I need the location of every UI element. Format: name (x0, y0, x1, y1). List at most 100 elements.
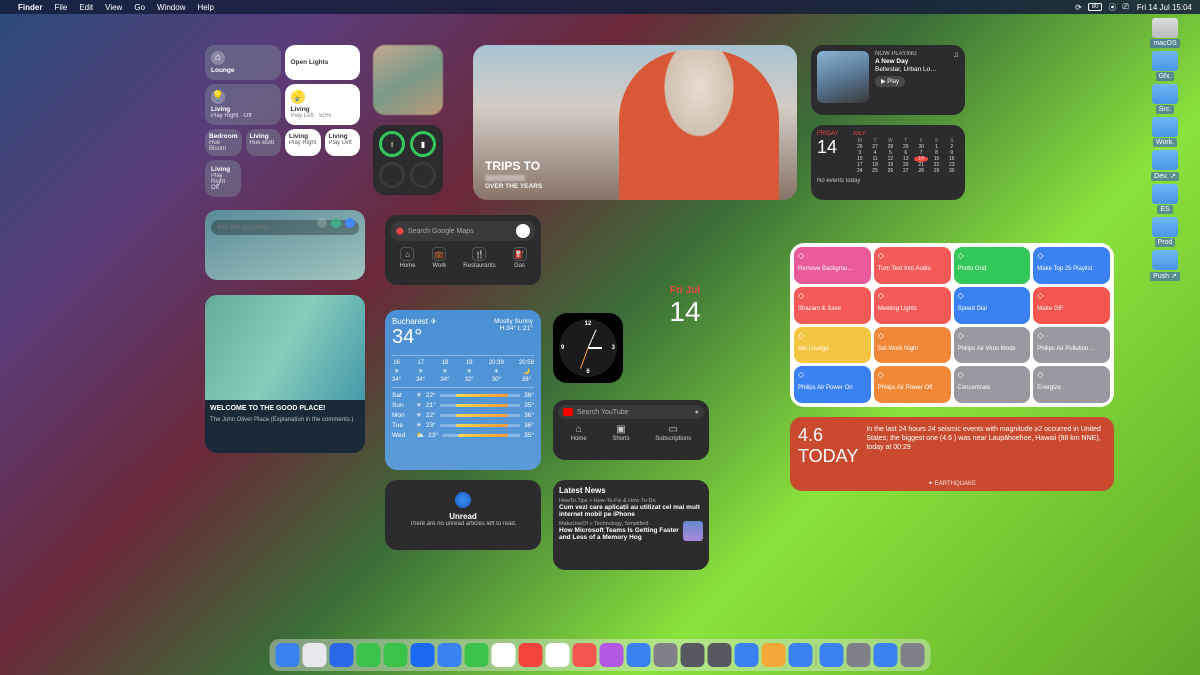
earthquake-widget[interactable]: 4.6TODAY In the last 24 hours 24 seismic… (790, 417, 1114, 491)
shortcut-tile[interactable]: ◇Philips Air Power On (794, 366, 871, 403)
desktop-folder[interactable]: Dev. ↗ (1136, 150, 1194, 180)
shortcut-tile[interactable]: ◇Photo Grid (954, 247, 1031, 284)
maps-shortcut[interactable]: 💼Work (432, 247, 446, 269)
shortcut-tile[interactable]: ◇Meeting Lights (874, 287, 951, 324)
news-widget[interactable]: Latest News HowTo.Tips » How-To-Fix & Ho… (553, 480, 709, 570)
shortcut-tile[interactable]: ◇Philips Air Virus Mode (954, 327, 1031, 364)
bing-widget[interactable] (205, 210, 365, 280)
photos-memories-widget[interactable]: TRIPS TO OVER THE YEARS (473, 45, 797, 200)
maps-search[interactable]: ⬤Search Google Maps (391, 221, 535, 241)
dock-app[interactable] (901, 643, 925, 667)
shortcut-tile[interactable]: ◇Philips Air Power Off (874, 366, 951, 403)
desktop-folder[interactable]: Gfx. (1136, 51, 1194, 80)
dock-app[interactable] (708, 643, 732, 667)
dock-app[interactable] (681, 643, 705, 667)
app-menu[interactable]: Finder (18, 3, 42, 12)
maps-shortcut[interactable]: ⛽Gas (513, 247, 527, 269)
home-tile[interactable]: LivingPlay Right · Off (205, 160, 241, 197)
dock-app[interactable] (847, 643, 871, 667)
date-widget[interactable]: Fri Jul 14 (655, 285, 715, 328)
home-tile-open-lights[interactable]: Open Lights (285, 45, 361, 80)
home-tile-play-left[interactable]: 💡LivingPlay Left · 50% (285, 84, 361, 125)
dock-app[interactable] (492, 643, 516, 667)
menu-help[interactable]: Help (197, 3, 213, 12)
youtube-shortcut[interactable]: ⌂Home (571, 424, 587, 442)
shortcut-tile[interactable]: ◇Make Top 25 Playlist (1033, 247, 1110, 284)
shortcut-tile[interactable]: ◇Concentrate (954, 366, 1031, 403)
news-item[interactable]: Cum vezi care aplicații au utilizat cel … (559, 504, 703, 518)
youtube-shortcut[interactable]: ▣Shorts (612, 424, 629, 442)
home-tile-play-right[interactable]: 💡LivingPlay Right · Off (205, 84, 281, 125)
dock-app[interactable] (735, 643, 759, 667)
dock-app[interactable] (411, 643, 435, 667)
shortcut-tile[interactable]: ◇Turn Text Into Audio (874, 247, 951, 284)
dock-app[interactable] (330, 643, 354, 667)
home-tile[interactable]: BedroomHue Bloom (205, 129, 242, 156)
desktop-folder[interactable]: ES (1136, 184, 1194, 213)
desktop-folder[interactable]: Work. (1136, 117, 1194, 146)
unread-widget[interactable]: Unread There are no unread articles left… (385, 480, 541, 550)
control-center-icon[interactable]: ⎚ (1122, 2, 1128, 12)
google-maps-widget[interactable]: ⬤Search Google Maps ⌂Home 💼Work 🍴Restauran… (385, 215, 541, 285)
home-tile[interactable]: LivingPlay Right (285, 129, 320, 156)
dock-app[interactable] (438, 643, 462, 667)
battery-icon[interactable]: 80 (1088, 3, 1103, 11)
play-button[interactable]: ▶ Play (875, 76, 905, 87)
maps-shortcut[interactable]: ⌂Home (399, 247, 415, 269)
photo-widget-small[interactable] (373, 45, 443, 115)
shortcut-tile[interactable]: ◇Remove Backgrou… (794, 247, 871, 284)
shortcut-tile[interactable]: ◇Set Lounge (794, 327, 871, 364)
menu-file[interactable]: File (54, 3, 67, 12)
home-tile[interactable]: LivingHue Bulb (246, 129, 281, 156)
incognito-icon[interactable] (516, 224, 530, 238)
video-widget[interactable]: WELCOME TO THE GOOD PLACE! The John Oliv… (205, 295, 365, 453)
menu-go[interactable]: Go (134, 3, 145, 12)
weather-widget[interactable]: Bucharest ✈ 34° Mostly SunnyH:34° L:21° … (385, 310, 541, 470)
youtube-search[interactable]: Search YouTube● (558, 405, 704, 419)
dock-app[interactable] (762, 643, 786, 667)
shortcut-tile[interactable]: ◇Philips Air Pollution… (1033, 327, 1110, 364)
desktop-folder[interactable]: Prod (1136, 217, 1194, 246)
menu-view[interactable]: View (105, 3, 122, 12)
dock-app[interactable] (654, 643, 678, 667)
shortcut-tile[interactable]: ◇Energize (1033, 366, 1110, 403)
menu-window[interactable]: Window (157, 3, 185, 12)
shortcut-tile[interactable]: ◇Set Work Night (874, 327, 951, 364)
status-icons[interactable]: ⟳ 80 ⦿ ⎚ (1075, 2, 1129, 13)
clock-widget[interactable]: 12 6 9 3 (553, 313, 623, 383)
menu-edit[interactable]: Edit (79, 3, 93, 12)
youtube-widget[interactable]: Search YouTube● ⌂Home ▣Shorts ▭Subscriptio… (553, 400, 709, 460)
home-tile-lounge[interactable]: ⌂Lounge (205, 45, 281, 80)
dock-app[interactable] (465, 643, 489, 667)
mic-icon[interactable] (331, 218, 341, 228)
dock-app[interactable] (546, 643, 570, 667)
youtube-shortcut[interactable]: ▭Subscriptions (655, 424, 691, 442)
sync-icon[interactable]: ⟳ (1075, 3, 1082, 12)
desktop-folder[interactable]: Src. (1136, 84, 1194, 113)
calendar-widget[interactable]: FRIDAY14 JULY MTWTFSS 262728293012345678… (811, 125, 965, 200)
dock-app[interactable] (357, 643, 381, 667)
desktop-folder[interactable]: Push ↗ (1136, 250, 1194, 280)
news-item[interactable]: How Microsoft Teams Is Getting Faster an… (559, 527, 679, 541)
dock-app[interactable] (874, 643, 898, 667)
dock-app[interactable] (276, 643, 300, 667)
music-widget[interactable]: NOW PLAYING A New Day Bellestar, Urban L… (811, 45, 965, 115)
shortcut-tile[interactable]: ◇Shazam & Save (794, 287, 871, 324)
shortcut-tile[interactable]: ◇Speed Dial (954, 287, 1031, 324)
dock-app[interactable] (820, 643, 844, 667)
mic-icon[interactable]: ● (695, 409, 699, 416)
dock-app[interactable] (519, 643, 543, 667)
dock-app[interactable] (303, 643, 327, 667)
battery-widget[interactable]: ᚼ ▮ (373, 125, 443, 195)
dock-app[interactable] (789, 643, 813, 667)
shortcut-tile[interactable]: ◇Make GIF (1033, 287, 1110, 324)
dock-app[interactable] (627, 643, 651, 667)
dock-app[interactable] (384, 643, 408, 667)
dock-app[interactable] (573, 643, 597, 667)
home-tile[interactable]: LivingPlay Left (325, 129, 360, 156)
wifi-icon[interactable]: ⦿ (1108, 2, 1116, 13)
search-icon[interactable] (345, 218, 355, 228)
camera-icon[interactable] (317, 218, 327, 228)
dock-app[interactable] (600, 643, 624, 667)
maps-shortcut[interactable]: 🍴Restaurants (463, 247, 495, 269)
